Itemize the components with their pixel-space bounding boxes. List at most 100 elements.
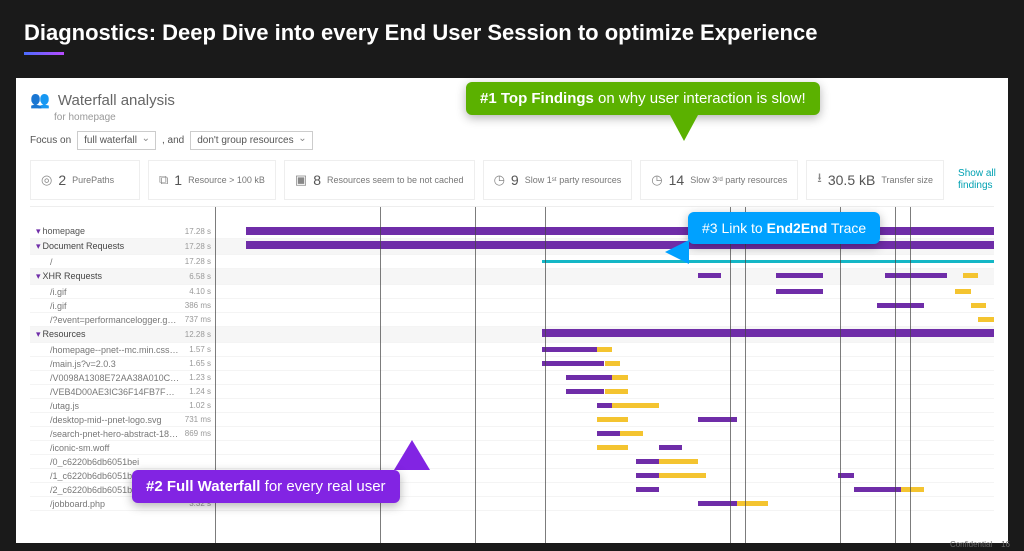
row-name: ▾homepage [30,226,180,237]
row-chart [215,269,994,284]
slide-title: Diagnostics: Deep Dive into every End Us… [24,20,1000,46]
row-chart [215,313,994,326]
finding-value: 30.5 kB [828,172,875,188]
group-dropdown[interactable]: don't group resources [190,131,312,150]
waterfall-group-row[interactable]: ▾Resources12.28 s [30,327,994,343]
timing-bar [542,329,994,337]
waterfall-row[interactable]: /desktop-mid--pnet-logo.svg731 ms [30,413,994,427]
row-name: /0_c6220b6db6051bei [30,457,180,467]
title-underline [24,52,64,55]
page-number: 16 [1001,540,1010,549]
row-name: /search-pnet-hero-abstract-1820.jpg [30,429,180,439]
row-name: ▾Resources [30,329,180,340]
and-label: , and [162,135,184,146]
slide-footer: Confidential 16 [950,540,1010,549]
show-all-findings-link[interactable]: Show all findings [952,168,998,192]
finding-card[interactable]: ⭳30.5 kBTransfer size [806,160,944,200]
callout-3-suffix: Trace [827,220,866,236]
timeline-gridline [895,207,896,543]
finding-card[interactable]: ◎2PurePaths [30,160,140,200]
waterfall-row[interactable]: /17.28 s [30,255,994,269]
waterfall-row[interactable]: /main.js?v=2.0.31.65 s [30,357,994,371]
callout-3-prefix: #3 Link to [702,220,767,236]
waterfall-row[interactable]: /iconic-sm.woff [30,441,994,455]
waterfall-row[interactable]: /homepage--pnet--mc.min.css?v=201902…1.5… [30,343,994,357]
row-time: 17.28 s [180,257,215,266]
row-chart [215,441,994,454]
row-name: / [30,257,180,267]
row-time: 737 ms [180,315,215,324]
timing-bar [612,403,659,408]
finding-label: Resource > 100 kB [188,175,265,185]
row-name: ▾XHR Requests [30,271,180,282]
waterfall-row[interactable]: /i.gif4.10 s [30,285,994,299]
row-name: /V0098A1308E72AA38A010C335275EAFB1 [30,373,180,383]
row-chart [215,385,994,398]
waterfall-group-row[interactable]: ▾XHR Requests6.58 s [30,269,994,285]
timing-bar [659,459,698,464]
timing-bar [605,361,621,366]
timeline-gridline [745,207,746,543]
row-chart [215,413,994,426]
row-chart [215,371,994,384]
callout-1-bold: #1 Top Findings [480,90,594,107]
callout-2-text: for every real user [260,478,385,495]
finding-icon: ⧉ [159,172,168,188]
finding-icon: ◷ [494,172,505,188]
row-time: 1.65 s [180,359,215,368]
finding-value: 14 [669,172,685,188]
timing-bar [246,241,994,249]
filter-controls: Focus on full waterfall , and don't grou… [16,123,1008,160]
timing-bar [566,389,605,394]
finding-value: 2 [58,172,66,188]
findings-row: ◎2PurePaths⧉1Resource > 100 kB▣8Resource… [16,160,1008,200]
timing-bar [854,487,901,492]
waterfall-row[interactable]: /?event=performancelogger.general.logP…7… [30,313,994,327]
focus-dropdown[interactable]: full waterfall [77,131,156,150]
timing-bar [659,473,706,478]
timing-bar [877,303,924,308]
focus-label: Focus on [30,135,71,146]
finding-card[interactable]: ◷14Slow 3ʳᵈ party resources [640,160,798,200]
timing-bar [636,487,659,492]
row-name: /?event=performancelogger.general.logP… [30,315,180,325]
finding-label: Slow 3ʳᵈ party resources [690,175,787,185]
finding-card[interactable]: ⧉1Resource > 100 kB [148,160,276,200]
row-name: /i.gif [30,287,180,297]
timing-bar [566,375,613,380]
timing-bar [597,417,628,422]
timing-bar [605,389,628,394]
waterfall-row[interactable]: /i.gif386 ms [30,299,994,313]
app-title: Waterfall analysis [58,92,175,109]
row-chart [215,327,994,342]
waterfall-row[interactable]: /utag.js1.02 s [30,399,994,413]
timing-bar [597,403,613,408]
waterfall-row[interactable]: /VEB4D00AE3IC36F14FB7FB1E9F9EDF6521.24 s [30,385,994,399]
timing-bar [737,501,768,506]
timing-bar [542,361,604,366]
finding-card[interactable]: ◷9Slow 1ˢᵗ party resources [483,160,633,200]
row-name: ▾Document Requests [30,241,180,252]
row-time: 17.28 s [180,242,215,251]
slide-header: Diagnostics: Deep Dive into every End Us… [0,0,1024,63]
finding-label: Transfer size [881,175,933,185]
row-time: 731 ms [180,415,215,424]
callout-1-tail [670,115,698,141]
waterfall-row[interactable]: /search-pnet-hero-abstract-1820.jpg869 m… [30,427,994,441]
callout-3-bold: End2End [767,220,828,236]
finding-card[interactable]: ▣8Resources seem to be not cached [284,160,475,200]
row-name: /VEB4D00AE3IC36F14FB7FB1E9F9EDF652 [30,387,180,397]
waterfall-row[interactable]: /0_c6220b6db6051bei [30,455,994,469]
finding-label: PurePaths [72,175,114,185]
timing-bar [636,459,659,464]
row-chart [215,357,994,370]
timing-bar [597,445,628,450]
row-chart [215,427,994,440]
timing-bar [955,289,971,294]
waterfall-row[interactable]: /V0098A1308E72AA38A010C335275EAFB11.23 s [30,371,994,385]
row-name: /main.js?v=2.0.3 [30,359,180,369]
timing-bar [659,445,682,450]
row-chart [215,455,994,468]
finding-value: 8 [313,172,321,188]
row-name: /utag.js [30,401,180,411]
